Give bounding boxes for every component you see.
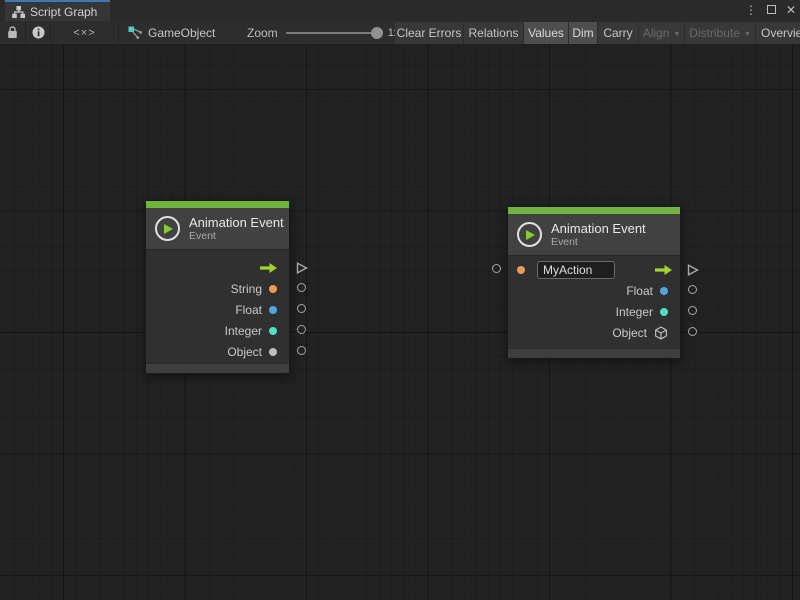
string-type-dot [269, 285, 277, 293]
object-type-dot [269, 348, 277, 356]
float-type-dot [660, 287, 668, 295]
integer-output-port[interactable] [688, 306, 697, 315]
title-bar: Script Graph ⋮ ✕ [0, 0, 800, 21]
node-footer [146, 363, 289, 373]
lock-button[interactable] [0, 21, 25, 44]
flow-output-port[interactable] [296, 262, 308, 274]
code-view-toggle[interactable]: <×> [51, 21, 118, 44]
node-header: Animation Event Event [146, 208, 289, 249]
output-row-object: Object [146, 341, 289, 362]
relations-button[interactable]: Relations [464, 22, 523, 44]
info-icon [32, 26, 45, 39]
menu-icon[interactable]: ⋮ [745, 0, 757, 21]
graph-target-breadcrumb[interactable]: GameObject [128, 21, 215, 44]
cube-icon [654, 326, 668, 340]
name-input-port[interactable] [492, 264, 501, 273]
float-output-port[interactable] [688, 285, 697, 294]
node-title: Animation Event [551, 221, 646, 236]
close-icon[interactable]: ✕ [786, 0, 796, 21]
event-play-icon [517, 222, 542, 247]
name-input-row [508, 259, 680, 280]
dim-label: Dim [572, 26, 593, 40]
float-type-dot [269, 306, 277, 314]
maximize-icon[interactable] [767, 0, 776, 21]
flow-arrow-icon [655, 265, 672, 275]
port-label: Float [235, 303, 262, 317]
carry-label: Carry [603, 26, 632, 40]
clear-errors-button[interactable]: Clear Errors [395, 22, 463, 44]
string-type-dot [517, 266, 525, 274]
event-accent-bar [146, 201, 289, 208]
port-label: Integer [616, 305, 653, 319]
string-output-port[interactable] [297, 283, 306, 292]
carry-toggle-button[interactable]: Carry [598, 22, 638, 44]
toolbar-buttons: Clear Errors Relations Values Dim Carry … [395, 22, 800, 44]
zoom-slider[interactable] [286, 32, 381, 34]
output-row-integer: Integer [146, 320, 289, 341]
toolbar: <×> GameObject Zoom 1x Clear Errors [0, 21, 800, 45]
window-controls: ⋮ ✕ [745, 0, 796, 21]
zoom-label: Zoom [247, 26, 278, 40]
float-output-port[interactable] [297, 304, 306, 313]
align-label: Align [643, 26, 670, 40]
integer-output-port[interactable] [297, 325, 306, 334]
graph-icon [12, 6, 25, 18]
integer-type-dot [269, 327, 277, 335]
port-label: String [231, 282, 262, 296]
lock-icon [7, 26, 18, 39]
node-subtitle: Event [551, 236, 646, 248]
integer-type-dot [660, 308, 668, 316]
node-subtitle: Event [189, 230, 284, 242]
flow-arrow-icon [260, 263, 277, 273]
relations-label: Relations [468, 26, 518, 40]
event-name-input[interactable] [537, 261, 615, 279]
zoom-slider-handle[interactable] [371, 27, 383, 39]
event-accent-bar [508, 207, 680, 214]
port-label: Object [612, 326, 647, 340]
node-title: Animation Event [189, 215, 284, 230]
port-label: Float [626, 284, 653, 298]
output-row-float: Float [146, 299, 289, 320]
port-label: Object [227, 345, 262, 359]
node-header: Animation Event Event [508, 214, 680, 255]
output-row-string: String [146, 278, 289, 299]
values-label: Values [528, 26, 564, 40]
chevron-down-icon: ▼ [673, 31, 680, 38]
zoom-control: Zoom 1x [247, 21, 399, 44]
flow-output-port[interactable] [687, 264, 699, 276]
event-play-icon [155, 216, 180, 241]
overview-label: Overview [761, 26, 800, 40]
output-row-float: Float [508, 280, 680, 301]
port-label: Integer [225, 324, 262, 338]
flow-output-row [146, 257, 289, 278]
tab-title: Script Graph [30, 5, 97, 19]
overview-button[interactable]: Overview [756, 22, 800, 44]
node-footer [508, 348, 680, 358]
toolbar-separator [118, 23, 119, 43]
object-output-port[interactable] [297, 346, 306, 355]
info-button[interactable] [26, 21, 50, 44]
code-toggle-icon: <×> [73, 27, 95, 39]
clear-errors-label: Clear Errors [397, 26, 462, 40]
node-body: String Float Integer Object [146, 249, 289, 363]
output-row-object: Object [508, 322, 680, 343]
output-row-integer: Integer [508, 301, 680, 322]
chevron-down-icon: ▼ [744, 31, 751, 38]
align-dropdown-button[interactable]: Align ▼ [639, 22, 684, 44]
object-output-port[interactable] [688, 327, 697, 336]
values-toggle-button[interactable]: Values [524, 22, 568, 44]
distribute-dropdown-button[interactable]: Distribute ▼ [685, 22, 755, 44]
tab-script-graph[interactable]: Script Graph [5, 0, 110, 21]
dim-toggle-button[interactable]: Dim [569, 22, 597, 44]
script-graph-asset-icon [128, 26, 142, 39]
animation-event-node-2[interactable]: Animation Event Event Float [507, 206, 681, 359]
graph-canvas[interactable]: Animation Event Event String [0, 45, 800, 600]
node-body: Float Integer Object [508, 255, 680, 348]
distribute-label: Distribute [689, 26, 740, 40]
animation-event-node-1[interactable]: Animation Event Event String [145, 200, 290, 374]
script-graph-window: Script Graph ⋮ ✕ <×> [0, 0, 800, 600]
target-label: GameObject [148, 26, 215, 40]
